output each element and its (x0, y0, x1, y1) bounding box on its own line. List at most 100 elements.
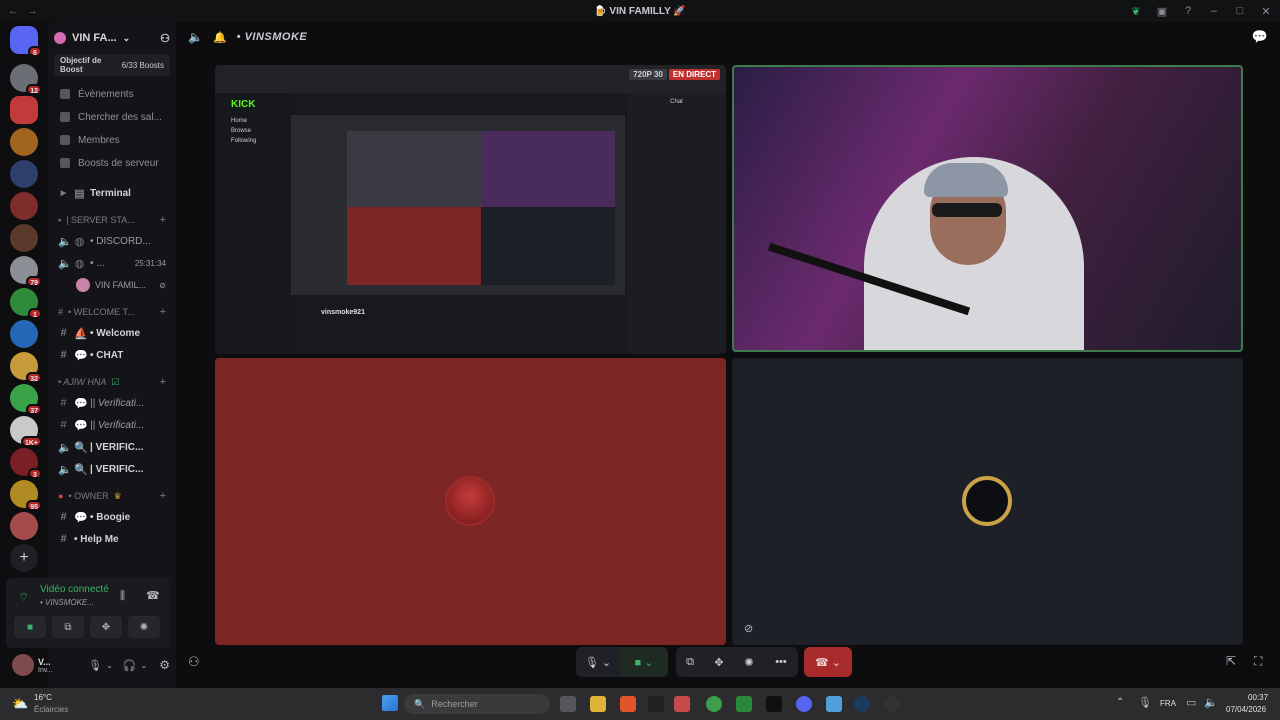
chrome-icon[interactable] (706, 696, 722, 712)
clock-time[interactable]: 00:37 (1248, 693, 1268, 702)
add-channel-icon[interactable]: + (160, 376, 166, 388)
windows-start-icon[interactable] (382, 695, 398, 711)
fullscreen-icon[interactable]: ⛶ (1254, 654, 1262, 669)
add-channel-icon[interactable]: + (160, 490, 166, 502)
camera-tile[interactable] (732, 65, 1243, 352)
voice-status[interactable]: Vidéo connecté (40, 584, 109, 595)
activities-button[interactable]: ✥ (704, 647, 734, 677)
server-icon[interactable] (10, 128, 38, 156)
soundboard-button[interactable]: ✺ (128, 616, 160, 638)
menu-server-boosts[interactable]: Boosts de serveur (48, 152, 176, 174)
task-view-icon[interactable] (560, 696, 576, 712)
menu-events[interactable]: Évènements (48, 83, 176, 105)
channel-boogie[interactable]: # 💬 • Boogie (48, 506, 176, 528)
add-channel-icon[interactable]: + (160, 306, 166, 318)
participant-tile[interactable] (215, 358, 726, 645)
server-icon[interactable]: 1K+ (10, 416, 42, 447)
channel-help[interactable]: # • Help Me (48, 528, 176, 550)
server-header[interactable]: VIN FA... ⌄ ⚇ (48, 22, 176, 54)
server-icon[interactable]: 79 (10, 256, 42, 287)
channel-verification-voice-1[interactable]: 🔈 🔍 | VERIFIC... (48, 436, 176, 458)
notepad-icon[interactable] (826, 696, 842, 712)
maximize-icon[interactable]: □ (1232, 3, 1248, 19)
server-icon[interactable] (10, 192, 38, 220)
leaf-icon[interactable]: ❦ (1128, 3, 1144, 19)
file-explorer-icon[interactable] (590, 696, 606, 712)
add-member-icon[interactable]: ⚇ (160, 32, 170, 45)
minimize-icon[interactable]: – (1206, 3, 1222, 19)
channel-chat[interactable]: # 💬 • CHAT (48, 344, 176, 366)
voice-user-item[interactable]: VIN FAMIL... ⊘ (48, 274, 176, 296)
menu-browse-channels[interactable]: Chercher des sal... (48, 106, 176, 128)
leave-call-button[interactable]: ☎ ⌄ (804, 647, 852, 677)
share-screen-button[interactable]: ⧉ (676, 647, 704, 677)
forward-arrow-icon[interactable]: → (27, 5, 38, 17)
taskbar-search[interactable]: 🔍 Rechercher (404, 694, 550, 714)
server-icon[interactable]: 1 (10, 288, 42, 319)
chat-bubble-icon[interactable]: 💬 (1252, 29, 1268, 45)
disconnect-icon[interactable]: ☎ (146, 589, 160, 602)
menu-members[interactable]: Membres (48, 129, 176, 151)
server-icon[interactable] (10, 224, 38, 252)
network-icon[interactable]: ▭ (1186, 696, 1196, 709)
discord-icon[interactable] (796, 696, 812, 712)
steam-icon[interactable] (854, 696, 870, 712)
server-icon[interactable] (10, 512, 38, 540)
close-icon[interactable]: ✕ (1258, 3, 1274, 19)
channel-verification-2[interactable]: # 💬 || Verificati... (48, 414, 176, 436)
capcut-icon[interactable] (766, 696, 782, 712)
camera-button[interactable]: ■ (14, 616, 46, 638)
inbox-icon[interactable]: ▣ (1154, 3, 1170, 19)
server-icon[interactable] (10, 96, 38, 124)
invite-icon[interactable]: ⚇ (188, 654, 200, 670)
add-server-icon[interactable]: + (10, 544, 38, 572)
server-icon[interactable]: 32 (10, 352, 42, 383)
volume-icon[interactable]: 🔈 (1204, 696, 1218, 709)
boost-goal[interactable]: Objectif de Boost 6/33 Boosts (54, 54, 170, 76)
category-ajiw-hna[interactable]: • AJIW HNA ☑ + (48, 372, 176, 392)
microphone-icon[interactable]: 🎙 (88, 659, 102, 672)
add-channel-icon[interactable]: + (160, 214, 166, 226)
server-icon[interactable] (10, 160, 38, 188)
back-arrow-icon[interactable]: ← (8, 5, 19, 17)
server-icon[interactable]: 95 (10, 480, 42, 511)
category-owner[interactable]: ● • OWNER ♛ + (48, 486, 176, 506)
channel-stat-voice[interactable]: 🔈 ◍ • ... 25:31:34 (48, 252, 176, 274)
server-icon[interactable]: 12 (10, 64, 42, 95)
stream-tile[interactable]: 720P 30 EN DIRECT KICK Home Browse Follo… (215, 65, 726, 354)
soundboard-icon[interactable]: ⫼ (120, 590, 125, 603)
tiktok-icon[interactable] (648, 696, 664, 712)
activities-button[interactable]: ✥ (90, 616, 122, 638)
channel-verification-voice-2[interactable]: 🔈 🔍 | VERIFIC... (48, 458, 176, 480)
app-t-icon[interactable] (674, 696, 690, 712)
channel-terminal[interactable]: ▶ ▤ Terminal (48, 182, 176, 204)
category-server-stats[interactable]: ▪ | SERVER STA... + (48, 210, 176, 230)
settings-gear-icon[interactable]: ⚙ (159, 658, 170, 672)
headphones-icon[interactable]: 🎧 (123, 659, 137, 672)
server-icon[interactable] (10, 320, 38, 348)
server-icon[interactable]: 37 (10, 384, 42, 415)
help-icon[interactable]: ? (1180, 3, 1196, 19)
more-options-button[interactable]: ••• (764, 647, 798, 677)
microphone-icon[interactable]: 🎙 (1138, 696, 1152, 709)
avatar[interactable] (12, 654, 34, 676)
chevron-down-icon[interactable]: ⌄ (141, 661, 148, 670)
channel-stat-discord[interactable]: 🔈 ◍ • DISCORD... (48, 230, 176, 252)
tray-chevron-icon[interactable]: ⌃ (1116, 697, 1124, 708)
channel-verification-1[interactable]: # 💬 || Verificati... (48, 392, 176, 414)
discord-home-icon[interactable]: 6 (10, 26, 42, 57)
channel-welcome[interactable]: # ⛵ • Welcome (48, 322, 176, 344)
participant-tile[interactable]: ⊘ (732, 358, 1243, 645)
brave-icon[interactable] (620, 696, 636, 712)
clock-date[interactable]: 07/04/2026 (1226, 705, 1266, 714)
server-icon[interactable]: 3 (10, 448, 42, 479)
app-icon[interactable] (736, 696, 752, 712)
soundboard-button[interactable]: ✺ (734, 647, 764, 677)
mic-toggle-button[interactable]: 🎙 ⌄ (576, 647, 620, 677)
chevron-down-icon[interactable]: ⌄ (106, 661, 113, 670)
category-welcome[interactable]: # • WELCOME T... + (48, 302, 176, 322)
obs-icon[interactable] (884, 696, 900, 712)
camera-toggle-button[interactable]: ■ ⌄ (620, 647, 668, 677)
screen-share-button[interactable]: ⧉ (52, 616, 84, 638)
popout-icon[interactable]: ⇱ (1226, 654, 1236, 668)
